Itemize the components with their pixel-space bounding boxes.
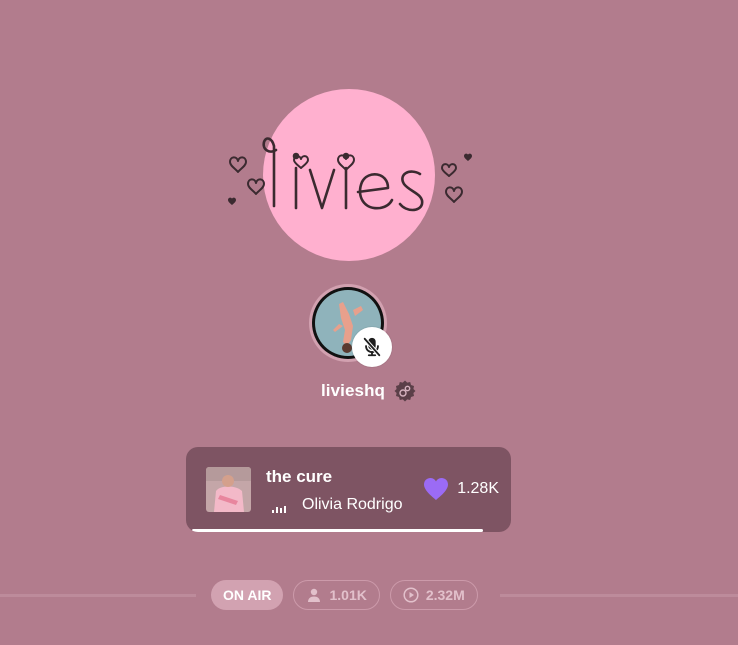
divider-right xyxy=(500,594,738,597)
listeners-stat[interactable]: 1.01K xyxy=(293,580,380,610)
person-icon xyxy=(308,588,321,602)
username[interactable]: livieshq xyxy=(321,381,385,401)
like-count: 1.28K xyxy=(457,480,499,497)
on-air-label: ON AIR xyxy=(223,587,272,603)
play-circle-icon xyxy=(403,587,419,603)
divider-left xyxy=(0,594,196,597)
track-artist[interactable]: Olivia Rodrigo xyxy=(302,496,402,514)
equalizer-icon xyxy=(272,506,286,513)
heart-icon xyxy=(424,478,449,500)
profile-page: livieshq the cure Olivia Rodrigo 1.28K O… xyxy=(0,0,738,645)
track-title[interactable]: the cure xyxy=(266,467,332,487)
avatar-container[interactable] xyxy=(309,284,392,367)
verified-badge-icon xyxy=(394,380,416,402)
like-button[interactable]: 1.28K xyxy=(423,475,499,503)
microphone-off-icon xyxy=(362,336,382,358)
listeners-count: 1.01K xyxy=(329,587,367,603)
stats-row: ON AIR 1.01K 2.32M xyxy=(211,580,478,610)
profile-logo xyxy=(224,88,480,266)
on-air-badge: ON AIR xyxy=(211,580,284,610)
now-playing-card[interactable]: the cure Olivia Rodrigo 1.28K xyxy=(186,447,511,532)
artist-row: Olivia Rodrigo xyxy=(272,495,402,515)
plays-stat[interactable]: 2.32M xyxy=(389,580,478,610)
username-row: livieshq xyxy=(0,378,738,404)
album-art[interactable] xyxy=(206,467,251,512)
mute-button[interactable] xyxy=(352,327,392,367)
track-progress-bar[interactable] xyxy=(192,529,483,532)
plays-count: 2.32M xyxy=(425,587,465,603)
